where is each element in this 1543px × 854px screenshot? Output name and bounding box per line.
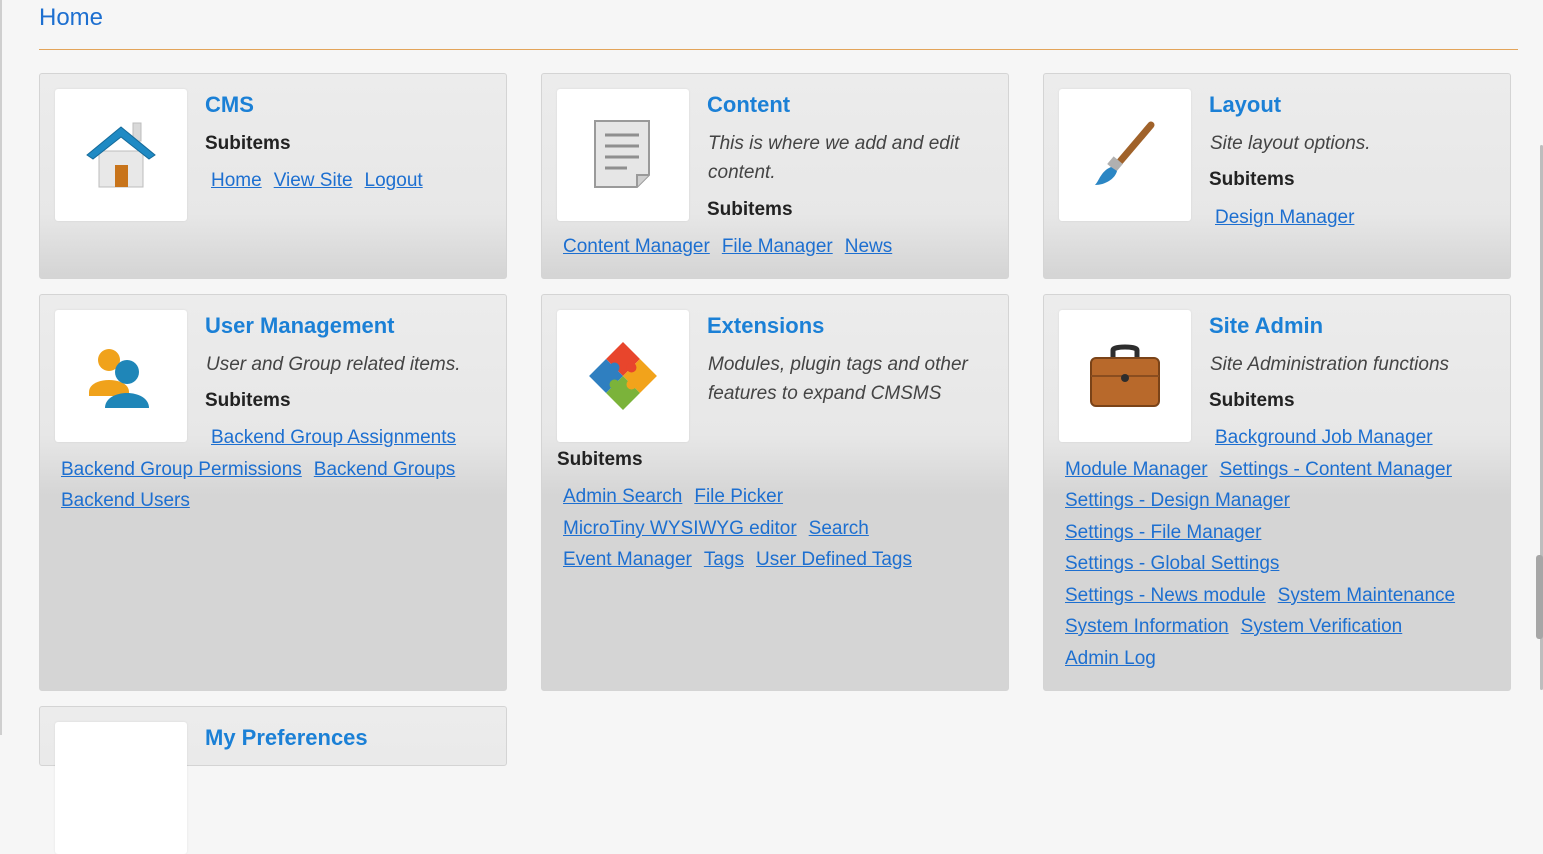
link-home[interactable]: Home <box>211 170 262 191</box>
cms-tile[interactable] <box>55 89 187 221</box>
document-icon <box>594 120 650 188</box>
link-news[interactable]: News <box>845 236 893 257</box>
link-logout[interactable]: Logout <box>365 170 423 191</box>
users-icon <box>89 349 149 408</box>
link-settings-design-manager[interactable]: Settings - Design Manager <box>1065 490 1290 511</box>
title-divider <box>39 49 1518 50</box>
link-module-manager[interactable]: Module Manager <box>1065 459 1208 480</box>
card-title-extensions[interactable]: Extensions <box>707 313 824 339</box>
card-description: User and Group related items. <box>206 354 461 375</box>
subitems-label: Subitems <box>707 199 793 220</box>
page-title: Home <box>39 4 104 32</box>
card-site-admin: Site Admin Site Administration functions… <box>1043 294 1511 691</box>
card-cms: CMS Subitems Home View Site Logout <box>39 73 507 279</box>
link-file-manager[interactable]: File Manager <box>722 236 833 257</box>
card-content: Content This is where we add and edit co… <box>541 73 1009 279</box>
link-user-defined-tags[interactable]: User Defined Tags <box>756 549 912 570</box>
link-design-manager[interactable]: Design Manager <box>1215 207 1354 228</box>
card-title-cms[interactable]: CMS <box>205 92 254 118</box>
card-title-site-admin[interactable]: Site Admin <box>1209 313 1323 339</box>
link-settings-content-manager[interactable]: Settings - Content Manager <box>1220 459 1452 480</box>
link-settings-file-manager[interactable]: Settings - File Manager <box>1065 522 1261 543</box>
extensions-tile[interactable] <box>557 310 689 442</box>
card-layout: Layout Site layout options. Subitems Des… <box>1043 73 1511 279</box>
card-title-my-preferences[interactable]: My Preferences <box>205 725 368 751</box>
link-backend-users[interactable]: Backend Users <box>61 490 190 511</box>
subitems-label: Subitems <box>1209 169 1295 190</box>
link-system-verification[interactable]: System Verification <box>1241 616 1403 637</box>
subitems-label: Subitems <box>1209 390 1295 411</box>
card-description: Site layout options. <box>1210 133 1371 154</box>
link-system-information[interactable]: System Information <box>1065 616 1229 637</box>
layout-tile[interactable] <box>1059 89 1191 221</box>
puzzle-icon <box>589 342 657 410</box>
subitems-label: Subitems <box>205 390 291 411</box>
site-admin-tile[interactable] <box>1059 310 1191 442</box>
card-title-user-management[interactable]: User Management <box>205 313 395 339</box>
link-search[interactable]: Search <box>809 518 869 539</box>
link-tags[interactable]: Tags <box>704 549 744 570</box>
link-background-job-manager[interactable]: Background Job Manager <box>1215 427 1433 448</box>
link-settings-global-settings[interactable]: Settings - Global Settings <box>1065 553 1279 574</box>
link-backend-groups[interactable]: Backend Groups <box>314 459 456 480</box>
card-extensions: Extensions Modules, plugin tags and othe… <box>541 294 1009 691</box>
card-my-preferences: My Preferences <box>39 706 507 854</box>
card-description: This is where we add and edit content. <box>708 133 960 183</box>
my-preferences-tile[interactable] <box>55 722 187 854</box>
link-event-manager[interactable]: Event Manager <box>563 549 692 570</box>
link-file-picker[interactable]: File Picker <box>694 486 783 507</box>
link-settings-news-module[interactable]: Settings - News module <box>1065 585 1266 606</box>
card-description: Modules, plugin tags and other features … <box>708 354 968 404</box>
link-microtiny-editor[interactable]: MicroTiny WYSIWYG editor <box>563 518 797 539</box>
house-icon <box>86 122 156 188</box>
link-backend-group-permissions[interactable]: Backend Group Permissions <box>61 459 302 480</box>
card-title-layout[interactable]: Layout <box>1209 92 1281 118</box>
paintbrush-icon <box>1095 121 1155 185</box>
link-admin-search[interactable]: Admin Search <box>563 486 682 507</box>
card-title-content[interactable]: Content <box>707 92 790 118</box>
card-description: Site Administration functions <box>1210 354 1450 375</box>
content-tile[interactable] <box>557 89 689 221</box>
card-user-management: User Management User and Group related i… <box>39 294 507 691</box>
subitems-label: Subitems <box>557 449 643 470</box>
user-management-tile[interactable] <box>55 310 187 442</box>
link-admin-log[interactable]: Admin Log <box>1065 648 1156 669</box>
briefcase-icon <box>1090 344 1160 407</box>
link-backend-group-assignments[interactable]: Backend Group Assignments <box>211 427 456 448</box>
window-left-edge <box>0 0 2 735</box>
subitems-label: Subitems <box>205 133 291 154</box>
link-system-maintenance[interactable]: System Maintenance <box>1278 585 1455 606</box>
link-view-site[interactable]: View Site <box>274 170 353 191</box>
link-content-manager[interactable]: Content Manager <box>563 236 710 257</box>
scrollbar-thumb[interactable] <box>1536 555 1543 639</box>
